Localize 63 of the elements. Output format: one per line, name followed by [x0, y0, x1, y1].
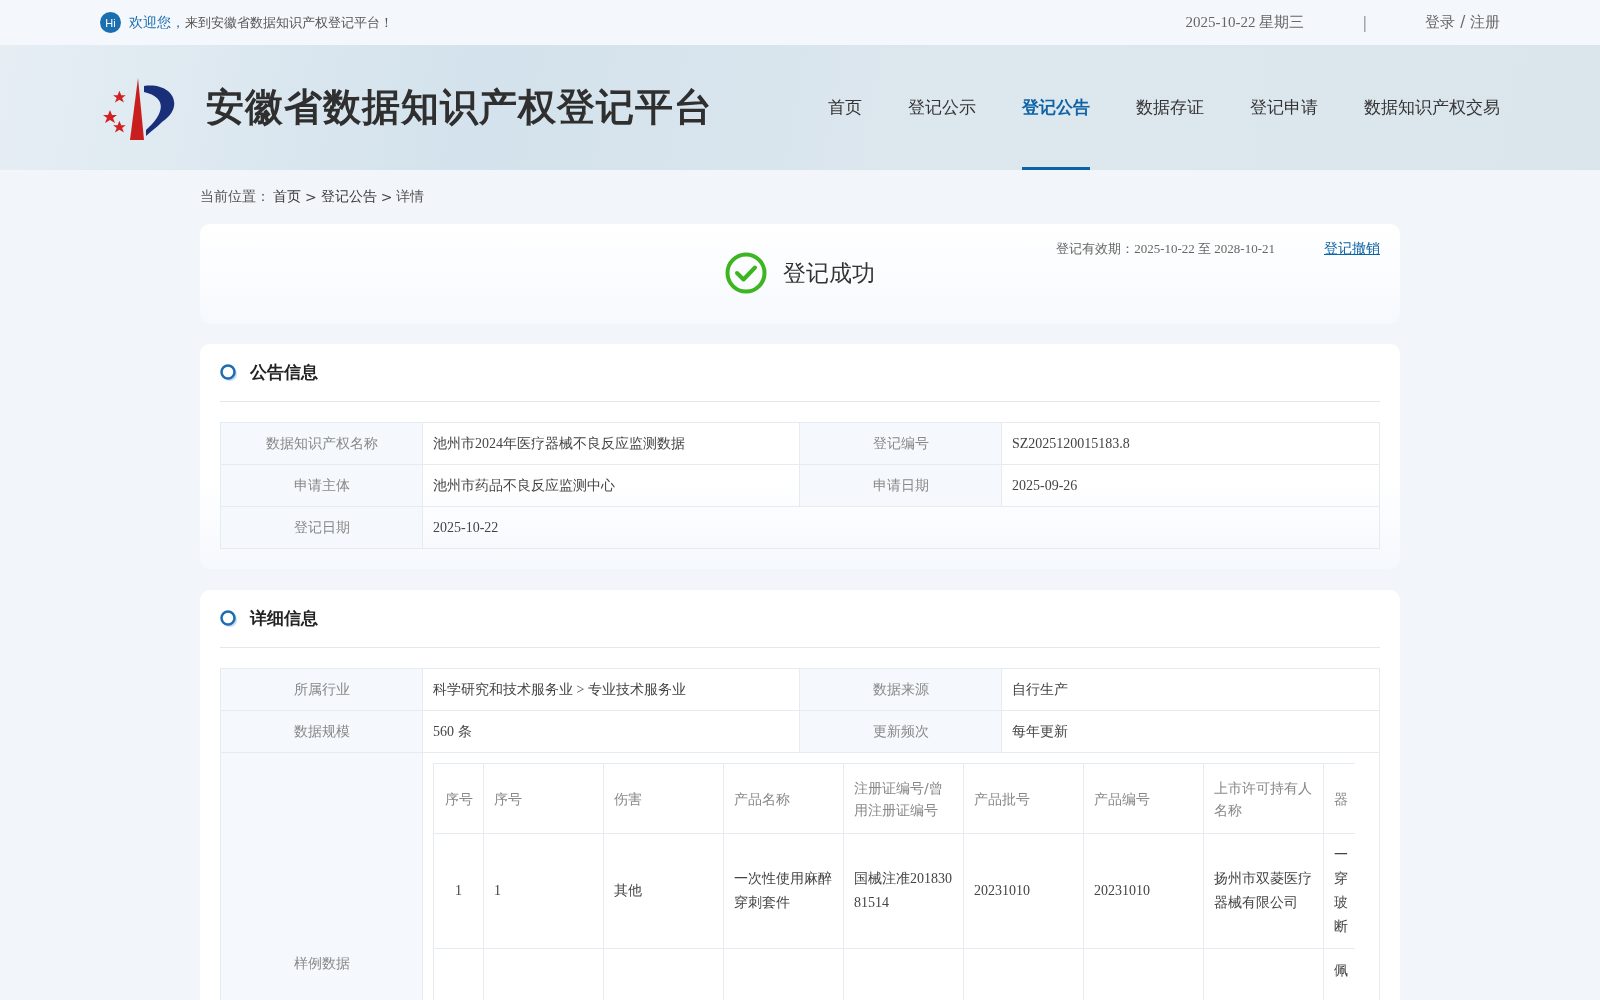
table-cell: 20231010: [1083, 833, 1204, 949]
column-header: 伤害: [603, 763, 724, 834]
breadcrumb-separator: >: [305, 189, 317, 205]
field-label: 登记编号: [800, 423, 1002, 465]
field-label: 申请日期: [800, 465, 1002, 507]
column-header: 器: [1323, 763, 1355, 834]
date-text: 2025-10-22 星期三: [1185, 13, 1305, 32]
field-value: 560 条: [423, 711, 800, 753]
table-cell: 1: [433, 833, 484, 949]
field-value: 每年更新: [1002, 711, 1380, 753]
nav-tab[interactable]: 数据知识产权交易: [1364, 45, 1500, 170]
table-cell: 其他: [603, 833, 724, 949]
check-circle-icon: [725, 252, 767, 294]
table-cell: 一次性使用麻醉穿刺套件: [723, 833, 844, 949]
column-header: 注册证编号/曾用注册证编号: [843, 763, 964, 834]
breadcrumb-current: 详情: [396, 188, 425, 206]
section-icon: [220, 609, 238, 628]
column-header: 上市许可持有人名称: [1203, 763, 1324, 834]
table-cell: 扬州市双菱医疗器械有限公司: [1203, 833, 1324, 949]
site-title: 安徽省数据知识产权登记平台: [206, 84, 713, 131]
validity-text: 登记有效期：2025-10-22 至 2028-10-21: [1056, 240, 1275, 258]
nav-tab[interactable]: 登记公告: [1022, 45, 1090, 170]
field-label: 数据知识产权名称: [221, 423, 423, 465]
column-header: 序号: [483, 763, 604, 834]
divider-text: |: [1362, 13, 1368, 32]
field-label: 数据规模: [221, 711, 423, 753]
nav-tab[interactable]: 登记申请: [1250, 45, 1318, 170]
field-value: 自行生产: [1002, 669, 1380, 711]
section-icon: [220, 363, 238, 382]
field-value: 池州市药品不良反应监测中心: [423, 465, 800, 507]
column-header: 序号: [433, 763, 484, 834]
field-value: 池州市2024年医疗器械不良反应监测数据: [423, 423, 800, 465]
field-value: 2025-09-26: [1002, 465, 1380, 507]
field-value: 科学研究和技术服务业 > 专业技术服务业: [423, 669, 800, 711]
section-title: 公告信息: [250, 361, 318, 384]
column-header: 产品批号: [963, 763, 1084, 834]
field-label: 申请主体: [221, 465, 423, 507]
table-cell: 国械注准20183081514: [843, 833, 964, 949]
welcome-text: 来到安徽省数据知识产权登记平台！: [185, 13, 393, 32]
field-label: 登记日期: [221, 507, 423, 549]
nav-tab[interactable]: 登记公示: [908, 45, 976, 170]
field-label: 更新频次: [800, 711, 1002, 753]
breadcrumb-label: 当前位置：: [200, 188, 270, 206]
status-title: 登记成功: [783, 259, 875, 288]
breadcrumb-separator: >: [380, 189, 393, 205]
breadcrumb-link[interactable]: 登记公告: [320, 188, 377, 206]
field-label: 所属行业: [221, 669, 423, 711]
nav-tab[interactable]: 首页: [828, 45, 862, 170]
hi-badge: Hi: [100, 12, 121, 33]
section-title: 详细信息: [250, 607, 318, 630]
table-cell: 20231010: [963, 833, 1084, 949]
breadcrumb-link[interactable]: 首页: [273, 188, 301, 206]
field-label: 样例数据: [221, 753, 423, 1000]
column-header: 产品名称: [723, 763, 844, 834]
revoke-link[interactable]: 登记撤销: [1324, 240, 1380, 258]
login-link[interactable]: 登录 / 注册: [1425, 13, 1500, 32]
greeting-text: 欢迎您，: [129, 13, 185, 32]
field-value: 2025-10-22: [423, 507, 1380, 549]
field-label: 数据来源: [800, 669, 1002, 711]
table-cell: 1: [483, 833, 604, 949]
field-value: SZ2025120015183.8: [1002, 423, 1380, 465]
nav-tab[interactable]: 数据存证: [1136, 45, 1204, 170]
column-header: 产品编号: [1083, 763, 1204, 834]
